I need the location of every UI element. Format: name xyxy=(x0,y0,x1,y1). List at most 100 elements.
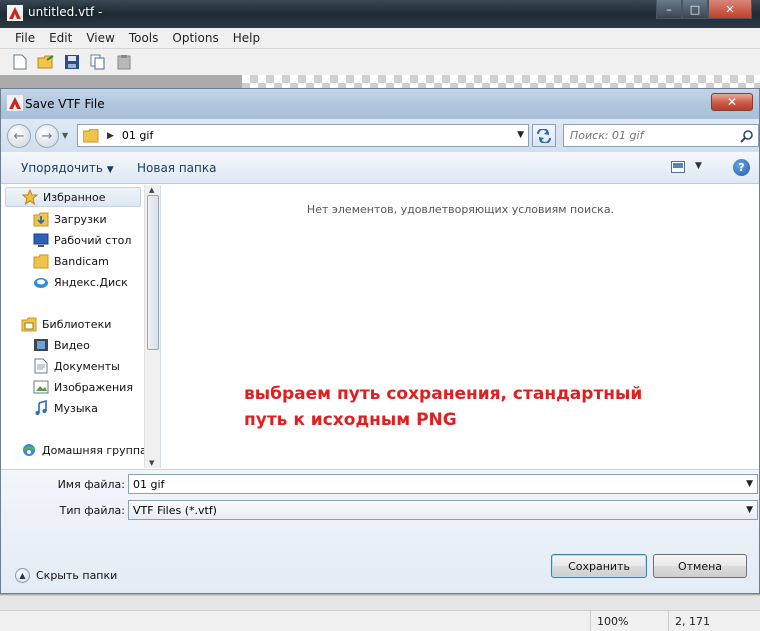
refresh-icon xyxy=(537,128,551,143)
nav-label: Документы xyxy=(54,359,120,373)
nav-label: Музыка xyxy=(54,401,98,415)
back-button[interactable]: ← xyxy=(7,124,31,148)
menu-help[interactable]: Help xyxy=(226,31,267,45)
minimize-button[interactable]: – xyxy=(656,0,682,19)
save-fields-panel: Имя файла: ▼ Тип файла: VTF Files (*.vtf… xyxy=(1,469,759,593)
zoom-readout: 100% xyxy=(590,611,628,631)
red-annotation: выбраем путь сохранения, стандартный пут… xyxy=(244,381,642,433)
breadcrumb-current[interactable]: 01 gif xyxy=(122,129,153,142)
filetype-value: VTF Files (*.vtf) xyxy=(133,504,217,517)
menu-bar: File Edit View Tools Options Help xyxy=(0,28,760,49)
nav-homegroup[interactable]: Домашняя группа xyxy=(21,440,147,460)
search-box[interactable] xyxy=(563,124,759,147)
dialog-title: Save VTF File xyxy=(25,97,105,111)
new-folder-button[interactable]: Новая папка xyxy=(137,161,216,175)
nav-video[interactable]: Видео xyxy=(33,335,90,355)
scroll-down-arrow-icon[interactable]: ▼ xyxy=(149,459,154,467)
nav-scroll-thumb[interactable] xyxy=(147,195,159,350)
maximize-button[interactable]: □ xyxy=(682,0,708,19)
organize-dropdown-icon: ▼ xyxy=(106,165,114,175)
filetype-label: Тип файла: xyxy=(59,504,125,517)
filename-combobox[interactable]: ▼ xyxy=(128,474,758,494)
app-titlebar: untitled.vtf - – □ ✕ xyxy=(0,0,760,28)
save-icon[interactable] xyxy=(62,52,82,72)
menu-options[interactable]: Options xyxy=(165,31,225,45)
folder-icon xyxy=(33,253,49,269)
chevron-up-icon: ▲ xyxy=(15,568,30,583)
open-folder-icon[interactable] xyxy=(36,52,56,72)
scroll-up-arrow-icon[interactable]: ▲ xyxy=(149,186,154,194)
navigation-pane: Избранное Загрузки Рабочий стол Bandicam… xyxy=(1,185,161,468)
address-dropdown-icon[interactable]: ▼ xyxy=(517,130,524,140)
nav-documents[interactable]: Документы xyxy=(33,356,120,376)
search-icon[interactable] xyxy=(740,129,754,143)
nav-label: Яндекс.Диск xyxy=(54,275,128,289)
horizontal-scrollbar[interactable] xyxy=(0,595,760,610)
breadcrumb-separator-icon[interactable]: ▶ xyxy=(107,131,114,141)
filename-dropdown-icon[interactable]: ▼ xyxy=(746,479,753,489)
desktop-icon xyxy=(33,232,49,248)
nav-pictures[interactable]: Изображения xyxy=(33,377,133,397)
dialog-titlebar: Save VTF File ✕ xyxy=(1,89,759,119)
video-icon xyxy=(33,337,49,353)
command-bar: Упорядочить ▼ Новая папка ▼ ? xyxy=(1,152,759,184)
app-toolbar xyxy=(0,49,760,75)
nav-downloads[interactable]: Загрузки xyxy=(33,209,107,229)
help-icon[interactable]: ? xyxy=(733,159,750,176)
pictures-icon xyxy=(33,379,49,395)
yandex-disk-icon xyxy=(33,274,49,290)
homegroup-icon xyxy=(21,442,37,458)
forward-arrow-icon: → xyxy=(41,128,53,144)
organize-button[interactable]: Упорядочить ▼ xyxy=(21,161,114,175)
nav-yandex-disk[interactable]: Яндекс.Диск xyxy=(33,272,128,292)
folder-icon xyxy=(83,128,99,142)
filetype-dropdown-icon[interactable]: ▼ xyxy=(746,505,753,515)
nav-bandicam[interactable]: Bandicam xyxy=(33,251,109,271)
menu-tools[interactable]: Tools xyxy=(122,31,166,45)
nav-libraries[interactable]: Библиотеки xyxy=(21,314,111,334)
annotation-line-2: путь к исходным PNG xyxy=(244,410,457,430)
filename-input[interactable] xyxy=(133,477,723,492)
save-button[interactable]: Сохранить xyxy=(551,554,647,578)
view-options-icon[interactable] xyxy=(671,161,685,173)
recent-pages-dropdown-icon[interactable]: ▼ xyxy=(62,131,68,140)
filename-label: Имя файла: xyxy=(57,478,125,491)
nav-favorites[interactable]: Избранное xyxy=(5,187,141,207)
back-arrow-icon: ← xyxy=(13,128,25,144)
nav-label: Изображения xyxy=(54,380,133,394)
coords-readout: 2, 171 xyxy=(668,611,710,631)
nav-desktop[interactable]: Рабочий стол xyxy=(33,230,131,250)
app-title: untitled.vtf - xyxy=(28,5,103,19)
view-dropdown-icon[interactable]: ▼ xyxy=(695,161,702,171)
address-row: ← → ▼ ▶ 01 gif ▼ xyxy=(1,119,759,152)
libraries-icon xyxy=(21,316,37,332)
file-list-area[interactable]: Нет элементов, удовлетворяющих условиям … xyxy=(162,185,759,468)
menu-edit[interactable]: Edit xyxy=(42,31,79,45)
nav-label: Bandicam xyxy=(54,254,109,268)
address-bar[interactable]: ▶ 01 gif ▼ xyxy=(77,124,529,147)
paste-icon[interactable] xyxy=(114,52,134,72)
downloads-folder-icon xyxy=(33,211,49,227)
menu-file[interactable]: File xyxy=(8,31,42,45)
organize-label: Упорядочить xyxy=(21,161,103,175)
refresh-button[interactable] xyxy=(532,124,556,147)
status-bar: 100% 2, 171 xyxy=(0,610,760,631)
nav-scrollbar[interactable]: ▲ ▼ xyxy=(144,185,160,468)
hide-folders-toggle[interactable]: ▲ Скрыть папки xyxy=(15,568,117,583)
empty-results-message: Нет элементов, удовлетворяющих условиям … xyxy=(306,203,615,216)
nav-music[interactable]: Музыка xyxy=(33,398,98,418)
filetype-select[interactable]: VTF Files (*.vtf) ▼ xyxy=(128,500,758,520)
forward-button[interactable]: → xyxy=(35,124,59,148)
nav-label: Домашняя группа xyxy=(42,443,147,457)
copy-icon[interactable] xyxy=(88,52,108,72)
app-close-button[interactable]: ✕ xyxy=(708,0,752,19)
search-input[interactable] xyxy=(570,128,730,143)
nav-label: Библиотеки xyxy=(42,317,112,331)
menu-view[interactable]: View xyxy=(79,31,121,45)
cancel-button[interactable]: Отмена xyxy=(653,554,747,578)
new-file-icon[interactable] xyxy=(10,52,30,72)
star-icon xyxy=(22,189,38,205)
dialog-close-button[interactable]: ✕ xyxy=(711,93,753,111)
nav-label: Видео xyxy=(54,338,90,352)
nav-label: Загрузки xyxy=(54,212,107,226)
